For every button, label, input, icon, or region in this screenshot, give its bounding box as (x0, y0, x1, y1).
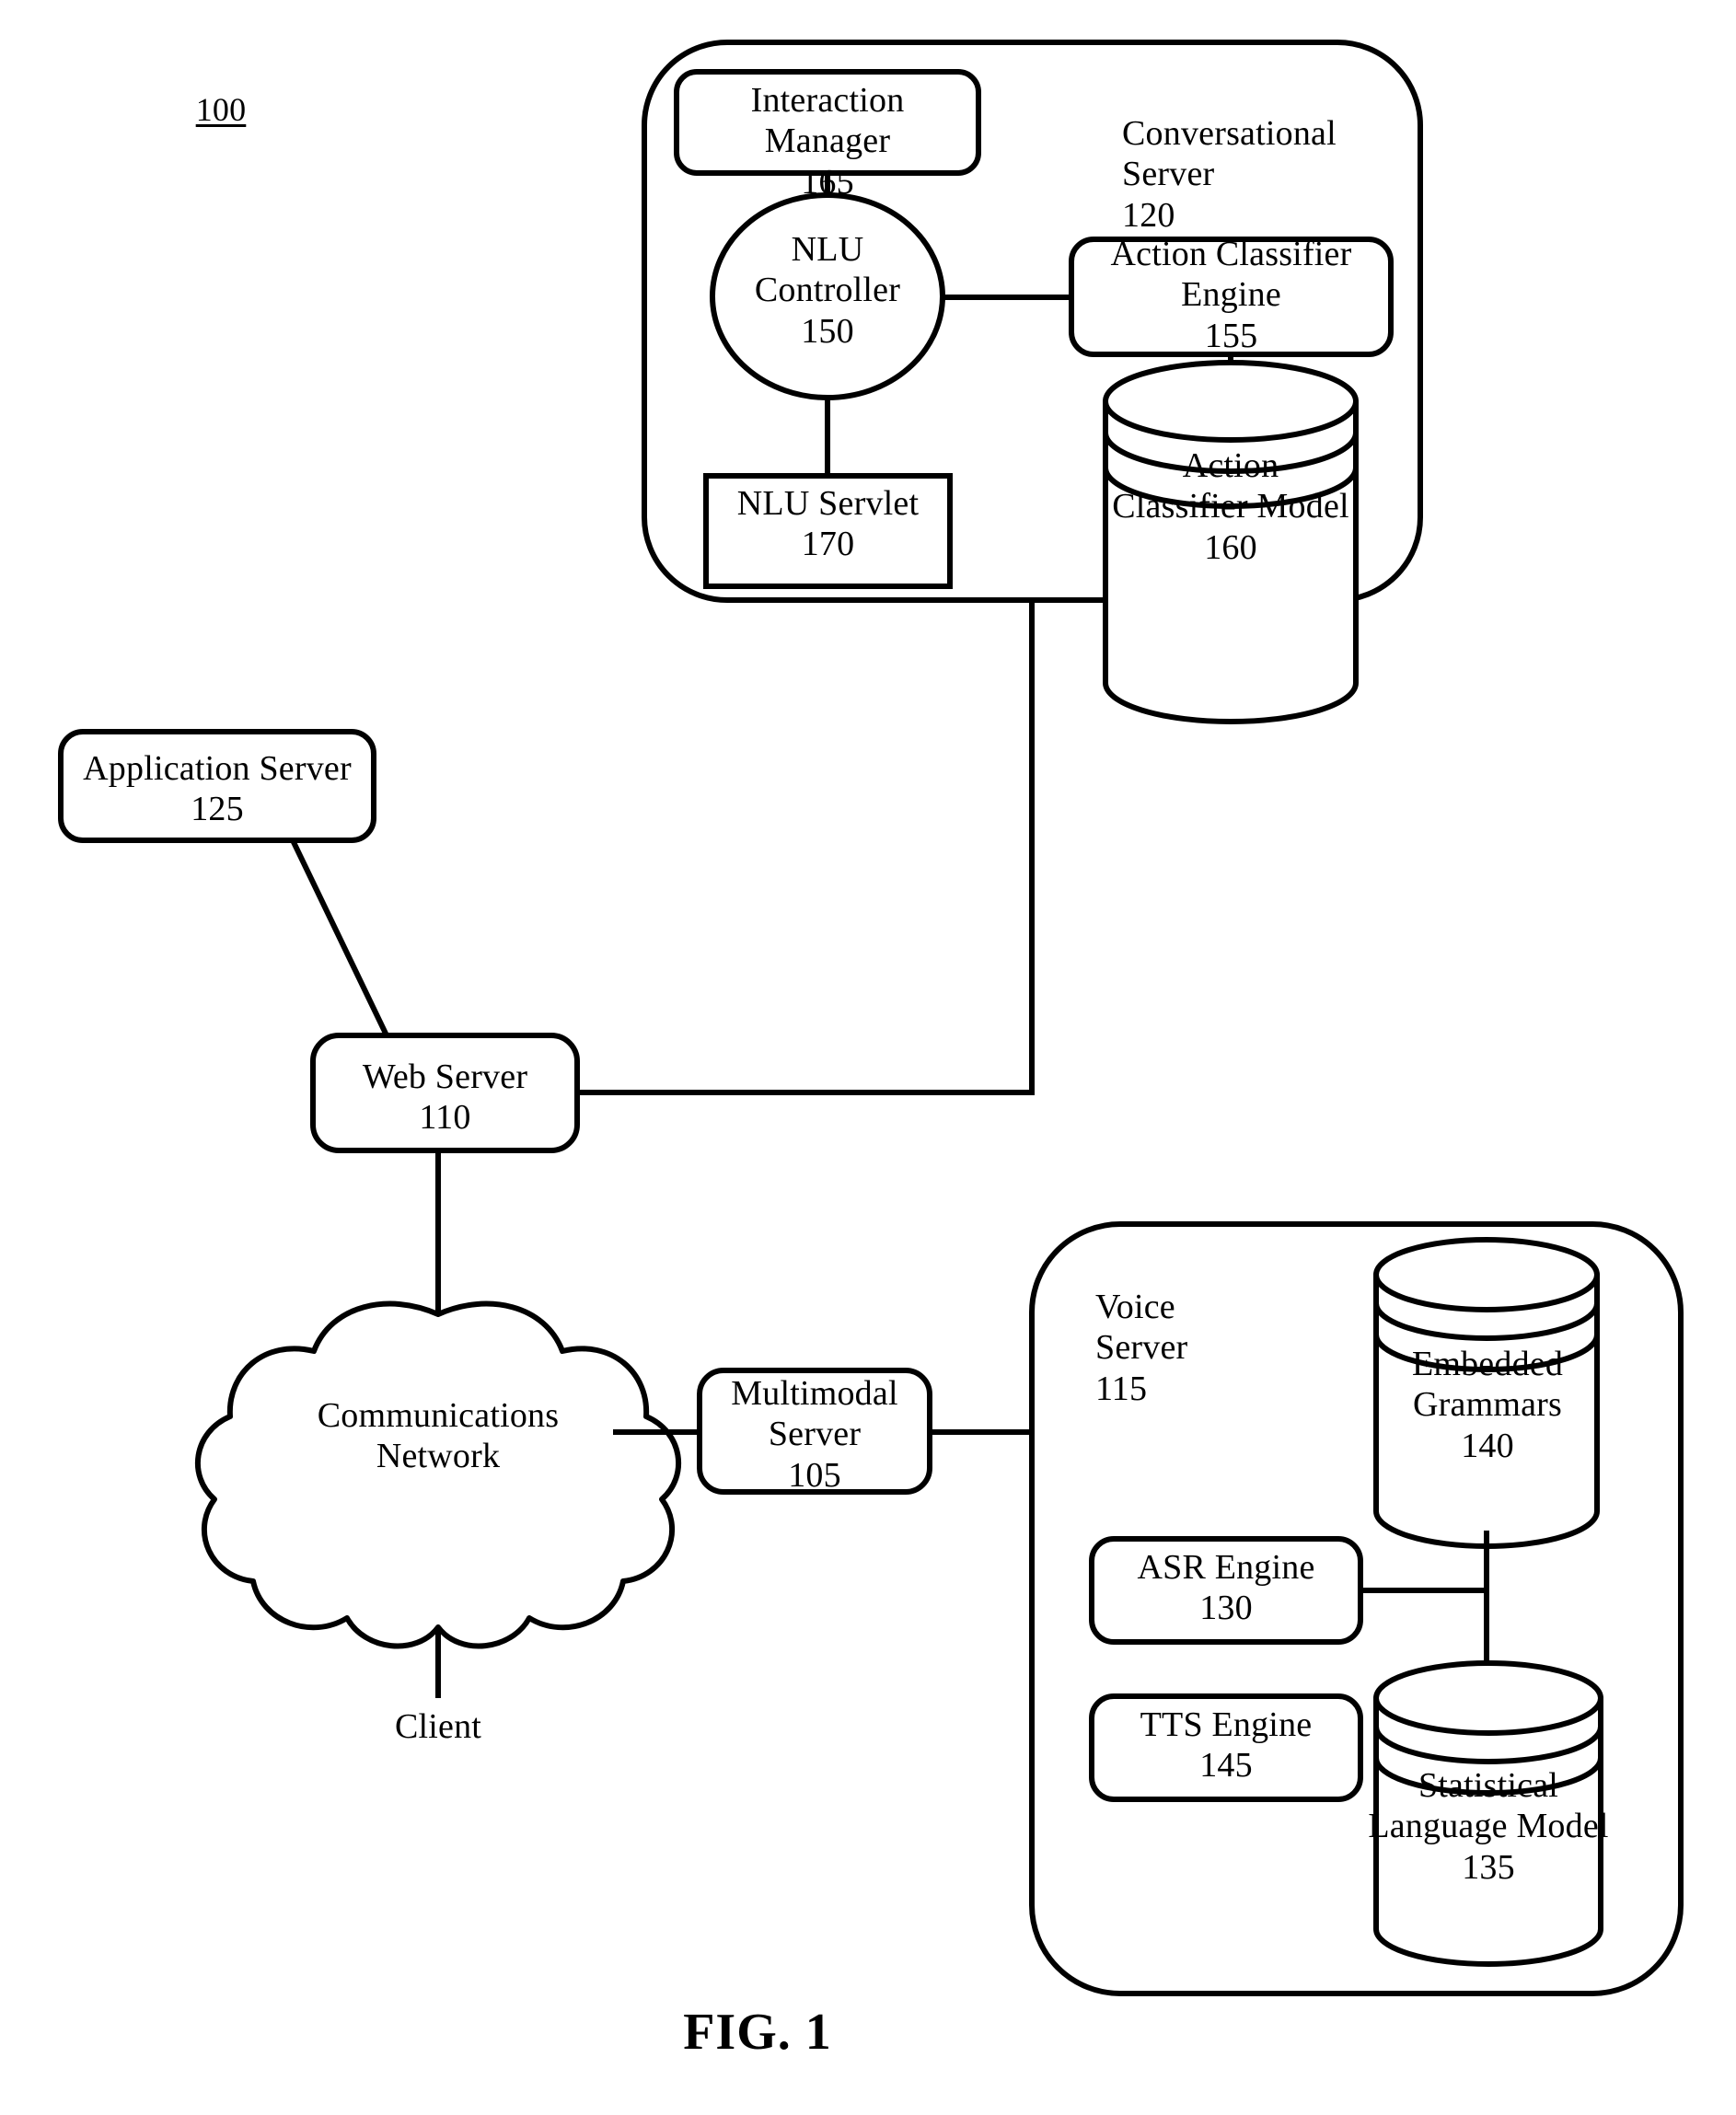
figure-caption: FIG. 1 (683, 2004, 832, 2061)
communications-network-label: Communications Network (317, 1396, 560, 1476)
embedded-grammars-label: Embedded Grammars 140 (1411, 1345, 1564, 1465)
patent-figure-page: 100 Conversational Server 120 Interactio… (0, 0, 1736, 2115)
multimodal-server-label: Multimodal Server 105 (731, 1374, 898, 1495)
nlu-controller-label: NLU Controller 150 (754, 230, 901, 351)
connector-application-server-web-server (290, 838, 389, 1037)
connector-conversational-server-web-server (577, 600, 1035, 1095)
statistical-language-model-label: Statistical Language Model 135 (1368, 1766, 1609, 1887)
tts-engine-label: TTS Engine 145 (1140, 1705, 1313, 1786)
interaction-manager-label: Interaction Manager 165 (750, 81, 905, 202)
conversational-server-label: Conversational Server 120 (1122, 114, 1337, 235)
application-server-label: Application Server 125 (83, 749, 352, 829)
figure-reference-numeral: 100 (195, 91, 247, 128)
asr-engine-label: ASR Engine 130 (1137, 1548, 1315, 1628)
voice-server-label: Voice Server 115 (1095, 1288, 1188, 1408)
client-label: Client (394, 1707, 482, 1746)
action-classifier-model-label: Action Classifier Model 160 (1112, 446, 1349, 567)
nlu-servlet-label: NLU Servlet 170 (736, 484, 920, 564)
web-server-label: Web Server 110 (362, 1058, 528, 1138)
action-classifier-engine-label: Action Classifier Engine 155 (1110, 235, 1352, 355)
